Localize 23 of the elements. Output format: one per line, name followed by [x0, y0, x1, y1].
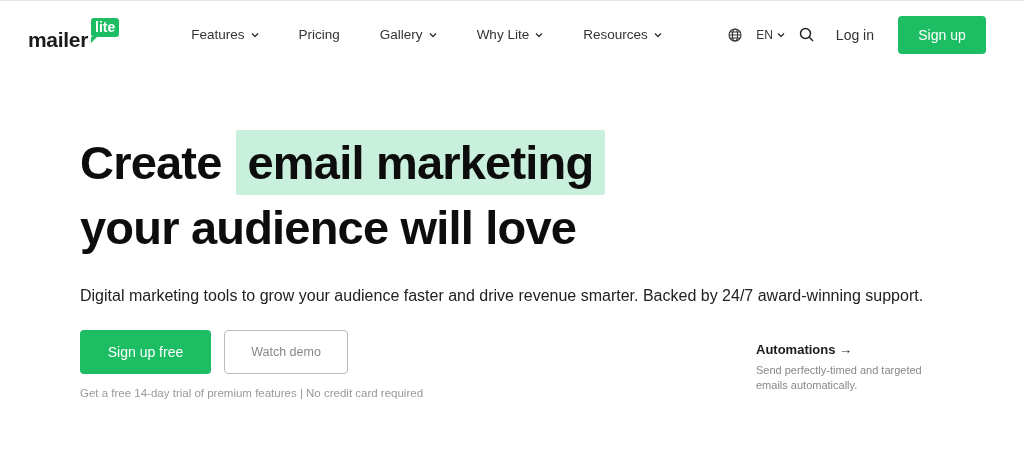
nav-item[interactable]: Gallery — [379, 27, 437, 42]
chevron-down-icon — [428, 31, 437, 38]
search-icon[interactable] — [798, 27, 814, 42]
highlighted-headline-text: email marketing — [235, 130, 606, 195]
chevron-down-icon — [776, 31, 785, 38]
feature-title[interactable]: Automations → — [756, 342, 956, 357]
chevron-down-icon — [653, 31, 662, 38]
nav-item[interactable]: Features — [191, 27, 259, 42]
watch-demo-button[interactable]: Watch demo — [224, 330, 348, 374]
language-selector[interactable]: EN — [756, 27, 785, 42]
feature-text: Send perfectly-timed and targeted emails automatically. — [756, 363, 923, 393]
headline-text: your audience will love — [80, 200, 577, 256]
hero-subtitle: Digital marketing tools to grow your audience faster and drive revenue smarter. Backed by 24/7 award-winning support. — [80, 286, 925, 306]
nav-item[interactable]: Why Lite — [476, 27, 544, 42]
nav-item[interactable]: Resources — [583, 27, 662, 42]
chevron-down-icon — [250, 31, 259, 38]
headline-text: Create — [80, 135, 222, 191]
globe-icon[interactable] — [728, 27, 743, 42]
logo-word[interactable]: mailer — [28, 27, 89, 52]
nav-item[interactable]: Pricing — [298, 27, 340, 42]
trial-note: Get a free 14-day trial of premium features | No credit card required — [80, 387, 425, 399]
login-link[interactable]: Log in — [835, 26, 874, 43]
chevron-down-icon — [535, 31, 544, 38]
